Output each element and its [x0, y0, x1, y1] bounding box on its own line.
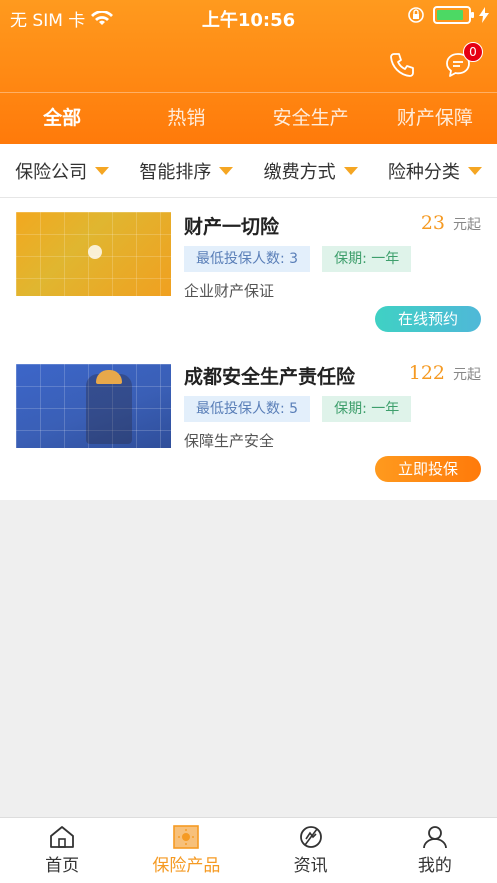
nav-profile[interactable]: 我的 — [373, 818, 497, 883]
home-icon — [50, 826, 75, 848]
product-card[interactable]: 成都安全生产责任险 122 元起 最低投保人数: 5 保期: 一年 保障生产安全… — [0, 350, 497, 500]
product-card[interactable]: 财产一切险 23 元起 最低投保人数: 3 保期: 一年 企业财产保证 在线预约 — [0, 198, 497, 348]
product-price: 23 元起 — [421, 212, 481, 234]
status-bar: 无 SIM 卡 上午10:56 — [0, 0, 497, 34]
message-badge: 0 — [463, 42, 483, 62]
product-image — [16, 212, 171, 296]
tab-all[interactable]: 全部 — [0, 93, 124, 144]
nav-label: 资讯 — [293, 856, 328, 876]
dropdown-arrow-icon — [467, 166, 482, 175]
price-value: 23 — [420, 212, 445, 234]
min-insured-tag: 最低投保人数: 3 — [184, 246, 311, 272]
term-tag: 保期: 一年 — [322, 246, 412, 272]
dropdown-arrow-icon — [343, 166, 358, 175]
buy-now-button[interactable]: 立即投保 — [375, 456, 481, 482]
filter-label: 险种分类 — [387, 161, 460, 183]
nav-label: 我的 — [417, 856, 452, 876]
nav-news[interactable]: 资讯 — [249, 818, 373, 883]
price-value: 122 — [408, 362, 445, 384]
filter-bar: 保险公司 智能排序 缴费方式 险种分类 — [0, 144, 497, 198]
filter-payment[interactable]: 缴费方式 — [249, 144, 373, 197]
product-description: 企业财产保证 — [184, 282, 275, 300]
product-image — [16, 364, 171, 448]
header-actions: 0 — [385, 42, 483, 82]
battery-icon — [433, 6, 474, 24]
product-title: 财产一切险 — [184, 216, 280, 238]
filter-label: 缴费方式 — [263, 161, 336, 183]
term-tag: 保期: 一年 — [322, 396, 412, 422]
orientation-lock-icon — [408, 7, 424, 23]
product-tags: 最低投保人数: 3 保期: 一年 — [184, 246, 412, 272]
min-insured-tag: 最低投保人数: 5 — [184, 396, 311, 422]
worker-figure — [86, 374, 132, 444]
nav-label: 首页 — [45, 856, 80, 876]
news-icon — [299, 826, 322, 848]
filter-label: 智能排序 — [139, 161, 212, 183]
message-button[interactable]: 0 — [441, 42, 483, 82]
filter-sort[interactable]: 智能排序 — [124, 144, 248, 197]
tab-safety[interactable]: 安全生产 — [249, 93, 373, 144]
filter-label: 保险公司 — [15, 161, 88, 183]
nav-products[interactable]: 保险产品 — [124, 818, 248, 883]
nav-label: 保险产品 — [152, 856, 221, 876]
price-unit: 元起 — [453, 367, 481, 383]
filter-category[interactable]: 险种分类 — [373, 144, 497, 197]
battery-fill — [437, 10, 463, 20]
filter-company[interactable]: 保险公司 — [0, 144, 124, 197]
tab-property[interactable]: 财产保障 — [373, 93, 497, 144]
dropdown-arrow-icon — [95, 166, 110, 175]
charging-icon — [479, 7, 489, 23]
product-tags: 最低投保人数: 5 保期: 一年 — [184, 396, 412, 422]
product-title: 成都安全生产责任险 — [184, 366, 356, 388]
user-icon — [422, 826, 447, 849]
product-price: 122 元起 — [409, 362, 481, 384]
app-header: 无 SIM 卡 上午10:56 0 全部 热销 安全生产 财产保障 — [0, 0, 497, 144]
safe-icon — [88, 245, 102, 259]
product-description: 保障生产安全 — [184, 432, 275, 450]
dropdown-arrow-icon — [219, 166, 234, 175]
bottom-nav: 首页 保险产品 资讯 我的 — [0, 817, 497, 883]
product-icon — [173, 825, 200, 849]
price-unit: 元起 — [453, 217, 481, 233]
status-right — [407, 6, 489, 24]
category-tabs: 全部 热销 安全生产 财产保障 — [0, 92, 497, 144]
tab-hot[interactable]: 热销 — [124, 93, 248, 144]
phone-button[interactable] — [385, 48, 419, 82]
nav-home[interactable]: 首页 — [0, 818, 124, 883]
book-online-button[interactable]: 在线预约 — [375, 306, 481, 332]
product-list: 财产一切险 23 元起 最低投保人数: 3 保期: 一年 企业财产保证 在线预约… — [0, 198, 497, 500]
phone-icon — [390, 53, 414, 77]
